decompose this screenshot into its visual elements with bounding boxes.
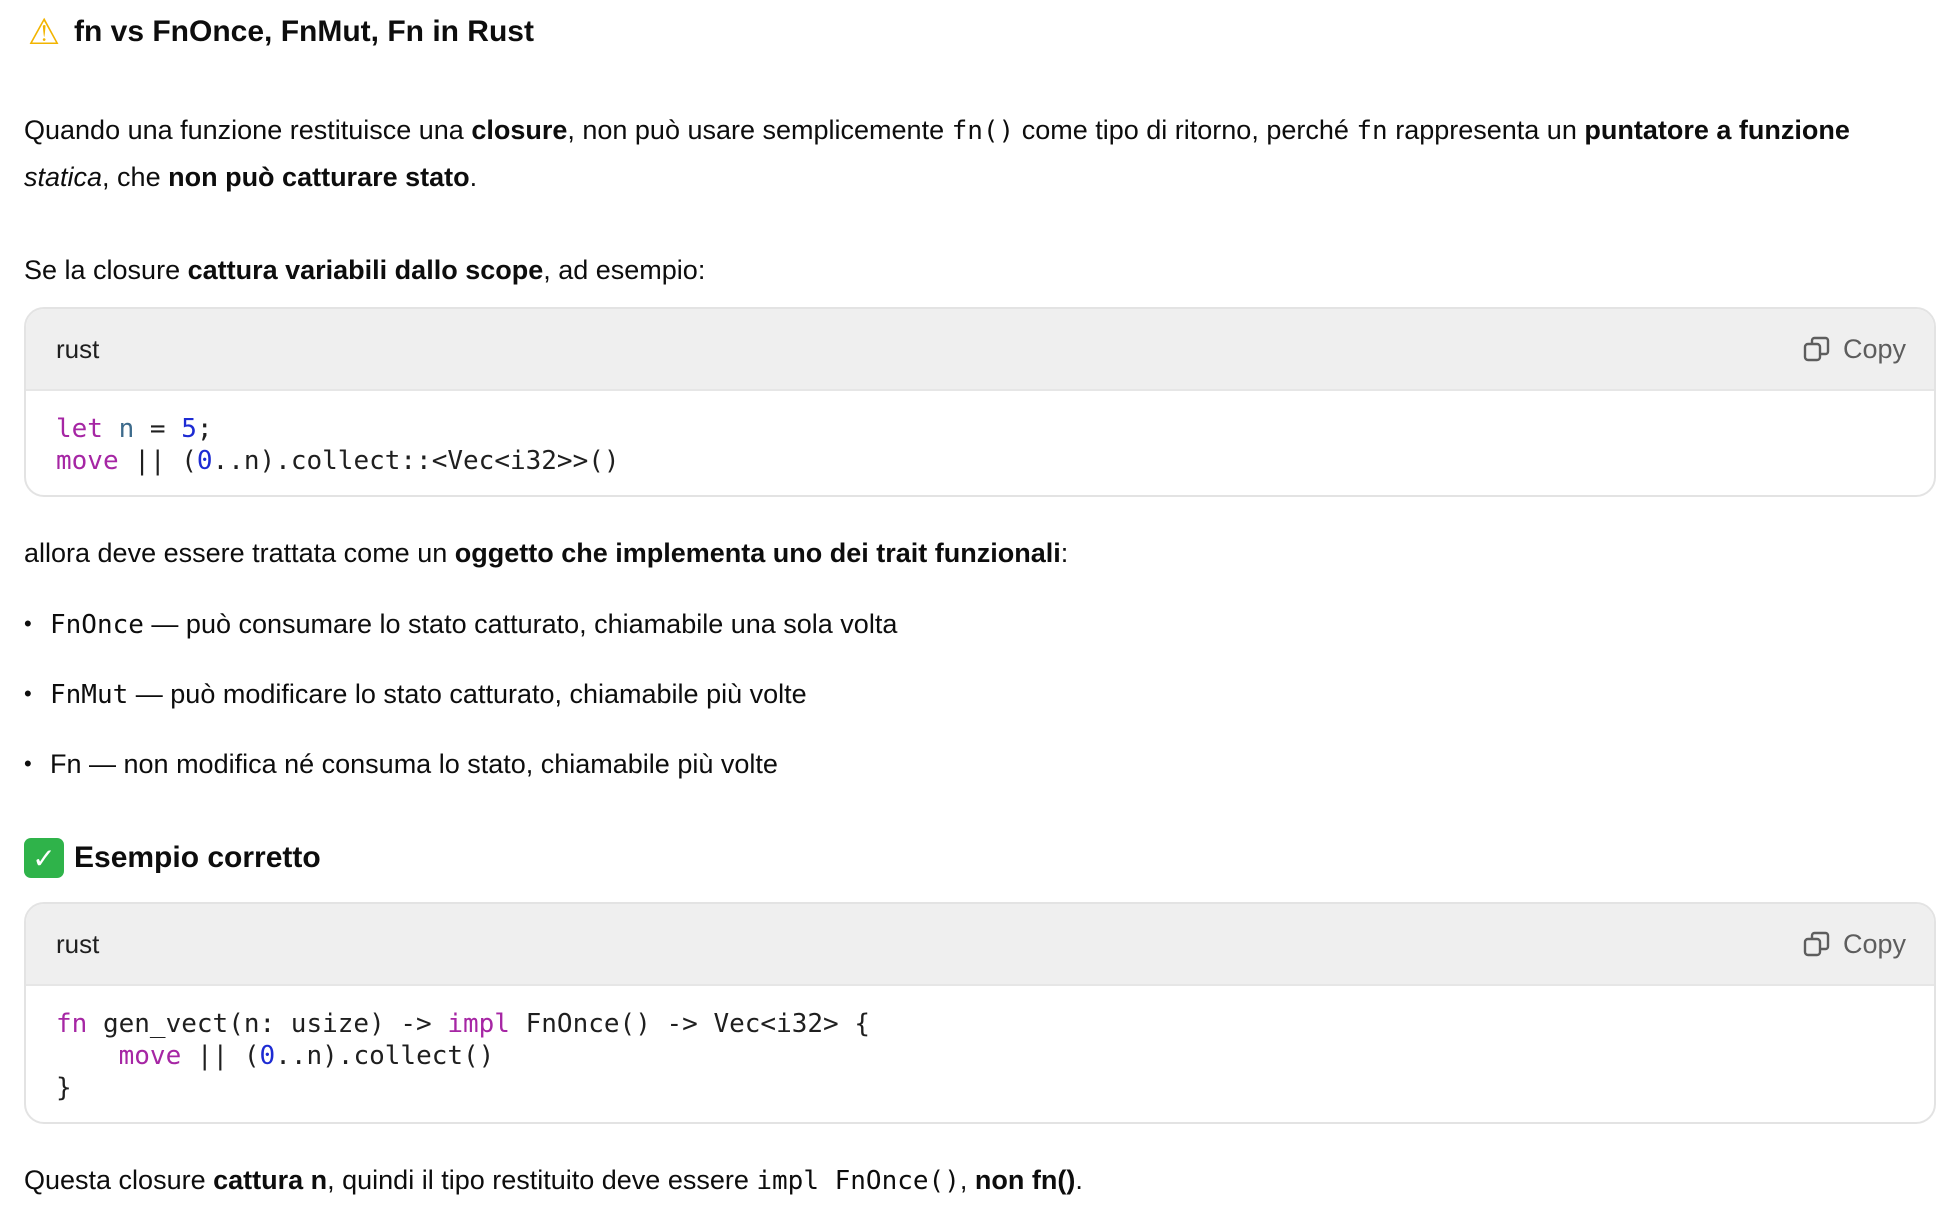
trait-paragraph: allora deve essere trattata come un ogge… xyxy=(24,530,1936,576)
bold-text: cattura variabili dallo scope xyxy=(187,255,544,285)
bold-text: non fn() xyxy=(974,1165,1076,1195)
copy-button[interactable]: Copy xyxy=(1803,334,1906,365)
trait-list: FnOnce — può consumare lo stato catturat… xyxy=(24,601,897,811)
code-content: fn gen_vect(n: usize) -> impl FnOnce() -… xyxy=(56,1009,870,1103)
copy-icon xyxy=(1803,931,1830,957)
copy-icon xyxy=(1803,336,1830,362)
bold-text: closure xyxy=(471,115,568,145)
text: Questa closure xyxy=(24,1165,214,1195)
text: , ad esempio: xyxy=(543,255,706,285)
code-content: let n = 5; move || (0..n).collect::<Vec<… xyxy=(56,414,620,476)
copy-label: Copy xyxy=(1842,928,1906,959)
text: Se la closure xyxy=(24,255,188,285)
italic-text: statica xyxy=(24,162,103,192)
conclusion-paragraph: Questa closure cattura n, quindi il tipo… xyxy=(24,1157,1936,1204)
text: : xyxy=(1060,538,1069,568)
trait-name: Fn xyxy=(50,749,82,779)
inline-code: FnMut xyxy=(50,680,129,710)
copy-label: Copy xyxy=(1842,333,1906,364)
bold-text: puntatore a funzione xyxy=(1584,115,1850,145)
list-item: FnOnce — può consumare lo stato catturat… xyxy=(24,601,897,671)
text: . xyxy=(469,162,478,192)
code-block-header: rust Copy xyxy=(26,904,1934,986)
text: come tipo di ritorno, perché xyxy=(1014,115,1357,145)
inline-code: fn() xyxy=(951,116,1015,146)
bold-text: cattura n xyxy=(213,1165,328,1195)
bold-text: oggetto che implementa uno dei trait fun… xyxy=(454,538,1061,568)
text: allora deve essere trattata come un xyxy=(24,538,455,568)
list-item: FnMut — può modificare lo stato catturat… xyxy=(24,671,897,741)
warning-icon: ⚠ xyxy=(27,11,61,53)
text: , che xyxy=(102,162,169,192)
text: Quando una funzione restituisce una xyxy=(24,115,472,145)
code-block: rust Copy fn gen_vect(n: usize) -> impl … xyxy=(24,902,1936,1124)
inline-code: impl FnOnce() xyxy=(756,1166,960,1196)
text: , quindi il tipo restituito deve essere xyxy=(327,1165,757,1195)
capture-paragraph: Se la closure cattura variabili dallo sc… xyxy=(24,247,1936,293)
code-block: rust Copy let n = 5; move || (0..n).coll… xyxy=(24,307,1936,497)
heading-text: Esempio corretto xyxy=(74,841,321,874)
code-language-label: rust xyxy=(56,333,100,364)
code-language-label: rust xyxy=(56,928,100,959)
code-block-header: rust Copy xyxy=(26,309,1934,391)
copy-button[interactable]: Copy xyxy=(1803,929,1906,960)
heading-text: fn vs FnOnce, FnMut, Fn in Rust xyxy=(74,15,534,48)
intro-paragraph: Quando una funzione restituisce una clos… xyxy=(24,107,1936,200)
text: — non modifica né consuma lo stato, chia… xyxy=(81,749,778,779)
text: , non può usare semplicemente xyxy=(567,115,952,145)
section-heading-fn-vs-fn-traits: ⚠ fn vs FnOnce, FnMut, Fn in Rust xyxy=(24,11,534,53)
text: rappresenta un xyxy=(1387,115,1585,145)
text: . xyxy=(1075,1165,1083,1195)
inline-code: fn xyxy=(1356,116,1388,146)
text: — può modificare lo stato catturato, chi… xyxy=(128,679,807,709)
list-item: Fn — non modifica né consuma lo stato, c… xyxy=(24,741,897,811)
section-heading-correct-example: ✓ Esempio corretto xyxy=(24,838,321,878)
text: — può consumare lo stato catturato, chia… xyxy=(143,609,898,639)
text: , xyxy=(959,1165,975,1195)
bold-text: non può catturare stato xyxy=(168,162,470,192)
inline-code: FnOnce xyxy=(50,610,144,640)
check-mark-icon: ✓ xyxy=(24,838,64,878)
